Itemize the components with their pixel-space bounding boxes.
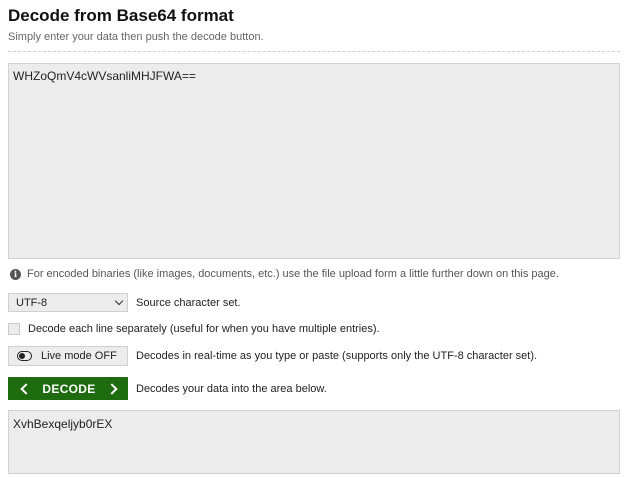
charset-row: UTF-8 Source character set.	[8, 293, 241, 312]
live-mode-button[interactable]: Live mode OFF	[8, 346, 128, 366]
separate-lines-label[interactable]: Decode each line separately (useful for …	[28, 323, 380, 335]
separate-lines-checkbox[interactable]	[8, 323, 20, 335]
encoded-input-textarea[interactable]: WHZoQmV4cWVsanliMHJFWA==	[8, 63, 620, 259]
info-icon: i	[10, 268, 21, 280]
chevron-left-icon	[20, 382, 32, 395]
live-mode-description: Decodes in real-time as you type or past…	[136, 350, 538, 362]
page-title: Decode from Base64 format	[8, 6, 234, 25]
decode-description: Decodes your data into the area below.	[136, 382, 327, 395]
charset-label: Source character set.	[136, 296, 241, 309]
header-divider	[8, 51, 620, 52]
live-mode-row: Live mode OFF Decodes in real-time as yo…	[8, 346, 537, 366]
decode-button-label: DECODE	[42, 381, 96, 396]
page-subtitle: Simply enter your data then push the dec…	[8, 31, 264, 43]
chevron-right-icon	[106, 382, 118, 395]
info-note: i For encoded binaries (like images, doc…	[10, 266, 559, 282]
charset-select[interactable]: UTF-8	[8, 293, 128, 312]
decode-button[interactable]: DECODE	[8, 377, 128, 400]
separate-lines-row: Decode each line separately (useful for …	[8, 321, 380, 337]
toggle-icon	[17, 351, 32, 361]
decoded-output-textarea[interactable]: XvhBexqeljyb0rEX	[8, 410, 620, 474]
info-note-text: For encoded binaries (like images, docum…	[27, 268, 559, 280]
live-mode-button-label: Live mode OFF	[41, 350, 117, 362]
chevron-down-icon	[114, 296, 124, 306]
decode-row: DECODE Decodes your data into the area b…	[8, 377, 327, 400]
charset-select-value: UTF-8	[16, 296, 48, 309]
